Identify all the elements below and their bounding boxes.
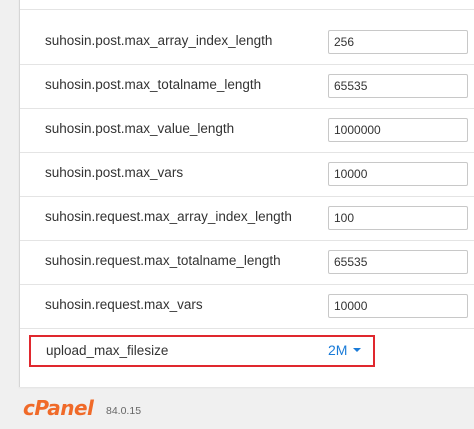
setting-label: upload_max_filesize [46,343,169,358]
setting-value-input[interactable] [328,250,468,274]
setting-value-input[interactable] [328,162,468,186]
version-text: 84.0.15 [106,405,142,417]
setting-row: suhosin.post.max_vars [20,152,474,197]
setting-row: suhosin.post.max_totalname_length [20,64,474,109]
php-settings-panel: short_open_tag suhosin.post.max_array_in… [19,0,474,387]
caret-down-icon [353,348,362,353]
setting-row: suhosin.request.max_totalname_length [20,240,474,285]
setting-value-input[interactable] [328,118,468,142]
setting-label: suhosin.request.max_array_index_length [45,209,292,224]
setting-label: suhosin.post.max_value_length [45,121,235,136]
setting-row: suhosin.request.max_vars [20,284,474,329]
setting-label: suhosin.post.max_array_index_length [45,33,273,48]
setting-row: suhosin.post.max_value_length [20,108,474,153]
setting-value-input[interactable] [328,30,468,54]
dropdown-value: 2M [328,342,348,358]
setting-value-input[interactable] [328,294,468,318]
setting-label: suhosin.request.max_totalname_length [45,253,281,268]
setting-value-input[interactable] [328,74,468,98]
upload-max-filesize-row: upload_max_filesize 2M [29,335,375,367]
setting-row-short-open-tag: short_open_tag [20,0,474,10]
upload-max-filesize-dropdown[interactable]: 2M [328,342,362,358]
setting-value-input[interactable] [328,206,468,230]
setting-label: suhosin.request.max_vars [45,297,203,312]
setting-label: suhosin.post.max_totalname_length [45,77,262,92]
setting-label: suhosin.post.max_vars [45,165,184,180]
setting-row: suhosin.post.max_array_index_length [20,20,474,65]
setting-row: suhosin.request.max_array_index_length [20,196,474,241]
cpanel-logo[interactable]: cPanel [23,396,94,420]
